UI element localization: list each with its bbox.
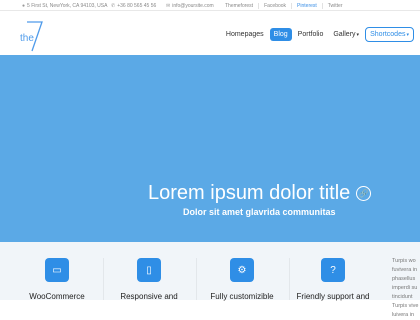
feature-responsive[interactable]: ▯ Responsive and [104,258,194,301]
link-icon[interactable]: 🔗 [356,186,372,201]
hero-subtitle: Dolor sit amet glavrida communitas [183,207,336,217]
feature-customizible[interactable]: ⚙ Fully customizible [197,258,287,301]
sidebar-line: Turpis wo [392,258,416,264]
site-logo[interactable]: the [20,20,46,52]
main-nav: Homepages Blog Portfolio Gallery▾ Shortc… [220,27,414,42]
address-text: 5 First St, NewYork, CA 94103, USA [27,3,108,9]
phone-text: +36 80 565 45 56 [117,3,157,9]
top-bar: ● 5 First St, NewYork, CA 94103, USA ✆ +… [0,0,420,11]
phone-item[interactable]: ✆ +36 80 565 45 56 [111,3,156,9]
hero-title-text: Lorem ipsum dolor title [148,182,351,204]
chevron-down-icon: ▾ [356,32,360,38]
feature-woocommerce[interactable]: ▭ WooCommerce [12,258,102,301]
email-text: info@yoursite.com [172,3,214,9]
social-links: Themeforest Facebook Pinterest Twitter [225,0,348,11]
chevron-down-icon: ▾ [406,32,409,38]
mobile-icon: ▯ [137,258,161,282]
credit-card-icon: ▭ [45,258,69,282]
link-pinterest[interactable]: Pinterest [291,2,322,9]
sidebar-line: phasellus [392,276,416,282]
hero-title: Lorem ipsum dolor title 🔗 [148,182,372,205]
mail-icon: ✉ [166,3,171,9]
link-themeforest[interactable]: Themeforest [225,3,258,9]
sidebar-line: luivera in [392,312,415,318]
nav-gallery-label: Gallery [333,31,356,38]
link-twitter[interactable]: Twitter [321,2,348,9]
map-pin-icon: ● [22,3,26,9]
nav-gallery[interactable]: Gallery▾ [329,28,363,41]
phone-icon: ✆ [111,3,116,9]
sidebar-text: Turpis wo fuvivera in phasellus imperdi … [392,257,420,320]
sidebar-line: tincidunt [392,294,413,300]
nav-blog[interactable]: Blog [269,28,292,41]
chat-icon: ? [321,258,345,282]
nav-portfolio[interactable]: Portfolio [294,28,328,41]
email-item[interactable]: ✉ info@yoursite.com [166,3,214,9]
logo-text: the [20,33,34,44]
sidebar-line: fuvivera in [392,267,418,273]
nav-shortcodes[interactable]: Shortcodes▾ [365,27,414,42]
link-facebook[interactable]: Facebook [258,2,291,9]
hero-banner: Lorem ipsum dolor title 🔗 Dolor sit amet… [0,55,420,242]
feature-support[interactable]: ? Friendly support and [288,258,378,301]
gear-icon: ⚙ [230,258,254,282]
site-header: the Homepages Blog Portfolio Gallery▾ Sh… [0,11,420,55]
address-item: ● 5 First St, NewYork, CA 94103, USA [22,3,107,9]
nav-homepages[interactable]: Homepages [222,28,268,41]
sidebar-line: imperdi su [392,285,418,291]
sidebar-line: Turpis vive [392,303,419,309]
nav-shortcodes-label: Shortcodes [370,31,406,38]
